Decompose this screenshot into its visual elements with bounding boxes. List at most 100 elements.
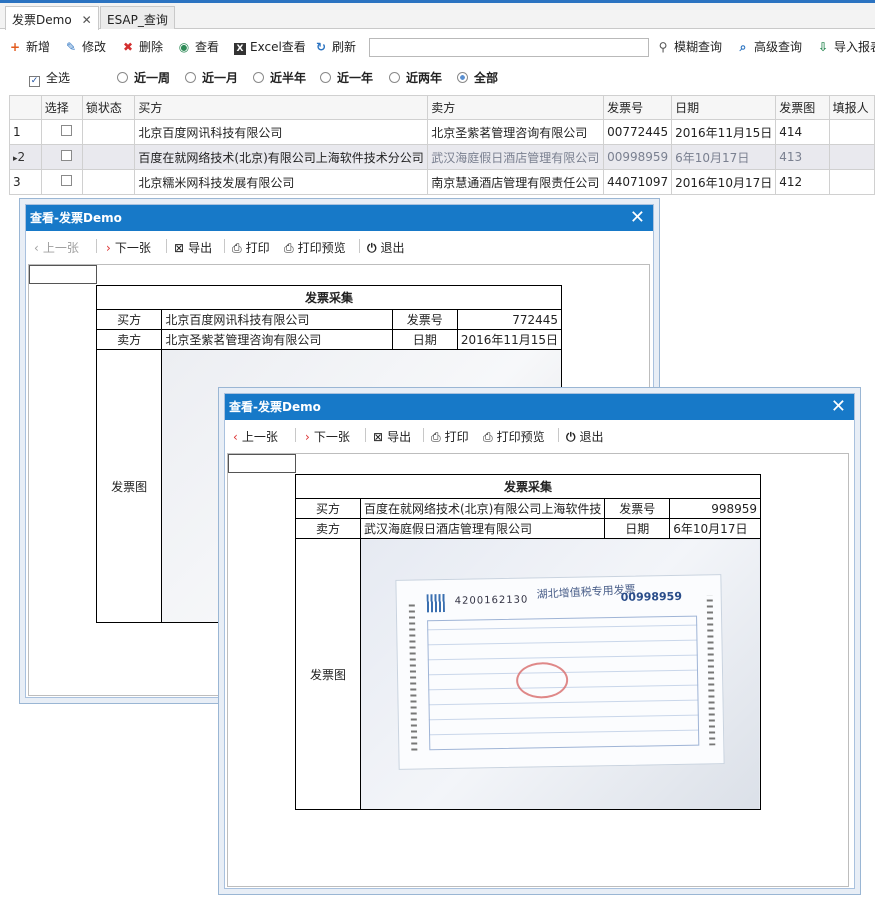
chevron-right-icon: › [106, 241, 111, 255]
seller-cell: 武汉海庭假日酒店管理有限公司 [427, 144, 605, 170]
edit-button[interactable]: ✎ 修改 [64, 37, 106, 57]
invoice-paper: 4200162130 湖北增值税专用发票 00998959 [395, 574, 725, 770]
buyer-cell: 北京百度网讯科技有限公司 [134, 119, 429, 145]
row-number-text: 2 [17, 150, 26, 164]
column-header[interactable]: 填报人 [828, 95, 875, 120]
window-title: 查看-发票Demo [30, 211, 122, 225]
tab-invoice-demo[interactable]: 发票Demo ✕ [5, 6, 99, 30]
report-title: 发票采集 [96, 285, 562, 310]
excel-view-button[interactable]: X Excel查看 [234, 37, 306, 57]
radio-year[interactable]: 近一年 [320, 69, 373, 87]
exit-button[interactable]: ⏻ 退出 [566, 428, 604, 445]
row-checkbox[interactable] [60, 150, 72, 161]
column-header[interactable]: 发票图 [775, 95, 830, 120]
exit-button[interactable]: ⏻ 退出 [367, 239, 405, 256]
print-preview-label: 打印预览 [496, 430, 545, 444]
fuzzy-query-button[interactable]: ⚲ 模糊查询 [656, 37, 722, 57]
radio-all[interactable]: 全部 [457, 69, 498, 87]
table-row[interactable]: 1 北京百度网讯科技有限公司 北京圣紫茗管理咨询有限公司 00772445 20… [9, 119, 875, 145]
prev-button[interactable]: ‹ 上一张 [233, 428, 278, 445]
invoice-image-cell: 413 [775, 144, 830, 170]
next-button[interactable]: › 下一张 [305, 428, 350, 445]
add-button[interactable]: + 新增 [8, 37, 50, 57]
perforation-right [706, 595, 716, 746]
window-body: 查看-发票Demo ✕ ‹ 上一张 › 下一张 ⊠ 导出 ⎙ 打印 ⎙ 打印预览 ⏻ 退出 发… [224, 393, 855, 889]
print-preview-label: 打印预览 [297, 241, 346, 255]
close-window-icon[interactable]: ✕ [630, 205, 645, 231]
invoice-no-value: 998959 [669, 498, 761, 519]
column-header[interactable]: 锁状态 [81, 95, 136, 120]
buyer-value: 百度在就网络技术(北京)有限公司上海软件技 [359, 498, 606, 519]
row-checkbox[interactable] [60, 175, 72, 186]
radio-half-year[interactable]: 近半年 [253, 69, 306, 87]
table-row-current[interactable]: ▸2 百度在就网络技术(北京)有限公司上海软件技术分公司 武汉海庭假日酒店管理有… [9, 144, 875, 170]
date-label: 日期 [391, 329, 458, 350]
row-select-cell[interactable] [40, 144, 83, 170]
buyer-label: 买方 [295, 498, 361, 519]
select-all-label: 全选 [46, 71, 71, 85]
radio-icon [117, 72, 128, 83]
window-title-bar[interactable]: 查看-发票Demo ✕ [225, 394, 854, 420]
invoice-scan-image: 4200162130 湖北增值税专用发票 00998959 [361, 540, 759, 809]
row-number: 1 [9, 119, 42, 145]
column-header[interactable]: 买方 [134, 95, 429, 120]
add-label: 新增 [26, 40, 51, 54]
radio-selected-icon [457, 72, 468, 83]
seller-value: 武汉海庭假日酒店管理有限公司 [359, 518, 606, 539]
toolbar-separator [359, 239, 360, 253]
table-row[interactable]: 3 北京糯米网科技发展有限公司 南京慧通酒店管理有限责任公司 44071097 … [9, 169, 875, 195]
radio-two-years[interactable]: 近两年 [389, 69, 442, 87]
close-tab-icon[interactable]: ✕ [82, 13, 92, 27]
lock-status-cell [81, 144, 136, 170]
row-number: ▸2 [9, 144, 42, 170]
view-button[interactable]: ◉ 查看 [177, 37, 219, 57]
perforation-left [408, 600, 418, 751]
select-all-checkbox[interactable]: ✓ 全选 [29, 69, 70, 87]
print-button[interactable]: ⎙ 打印 [232, 239, 270, 256]
tab-esap-query[interactable]: ESAP_查询 [100, 6, 175, 29]
delete-button[interactable]: ✖ 删除 [121, 37, 163, 57]
search-input[interactable] [369, 38, 649, 57]
import-report-button[interactable]: ⇩ 导入报表 [816, 37, 875, 57]
export-button[interactable]: ⊠ 导出 [174, 239, 212, 256]
chevron-left-icon: ‹ [34, 241, 39, 255]
radio-icon [185, 72, 196, 83]
invoice-image-label: 发票图 [95, 349, 163, 623]
toolbar-separator [96, 239, 97, 253]
radio-week-label: 近一周 [134, 71, 171, 85]
window-title-bar[interactable]: 查看-发票Demo ✕ [26, 205, 653, 231]
delete-label: 删除 [139, 40, 164, 54]
radio-two-years-label: 近两年 [406, 71, 443, 85]
close-window-icon[interactable]: ✕ [831, 394, 846, 420]
date-value: 6年10月17日 [669, 518, 761, 539]
row-select-cell[interactable] [40, 169, 83, 195]
row-number-header [9, 95, 42, 120]
export-button[interactable]: ⊠ 导出 [373, 428, 411, 445]
lock-status-cell [81, 169, 136, 195]
print-preview-button[interactable]: ⎙ 打印预览 [483, 428, 545, 445]
row-select-cell[interactable] [40, 119, 83, 145]
lock-status-cell [81, 119, 136, 145]
row-checkbox[interactable] [60, 125, 72, 136]
advanced-query-button[interactable]: ⌕ 高级查询 [736, 37, 802, 57]
next-button[interactable]: › 下一张 [106, 239, 151, 256]
radio-icon [253, 72, 264, 83]
report-area: 发票采集 买方 百度在就网络技术(北京)有限公司上海软件技 发票号 998959 卖方… [227, 453, 849, 887]
column-header[interactable]: 日期 [671, 95, 777, 120]
print-label: 打印 [245, 241, 270, 255]
plus-icon: + [9, 40, 21, 54]
print-preview-button[interactable]: ⎙ 打印预览 [284, 239, 346, 256]
refresh-button[interactable]: ↻ 刷新 [314, 37, 356, 57]
print-label: 打印 [444, 430, 469, 444]
invoice-report-table: 发票采集 买方 百度在就网络技术(北京)有限公司上海软件技 发票号 998959 卖方… [295, 474, 762, 810]
print-button[interactable]: ⎙ 打印 [431, 428, 469, 445]
fuzzy-label: 模糊查询 [674, 40, 723, 54]
radio-week[interactable]: 近一周 [117, 69, 170, 87]
seller-cell: 南京慧通酒店管理有限责任公司 [427, 169, 605, 195]
prev-button[interactable]: ‹ 上一张 [34, 239, 79, 256]
radio-month[interactable]: 近一月 [185, 69, 238, 87]
column-header[interactable]: 发票号 [603, 95, 673, 120]
print-preview-icon: ⎙ [284, 241, 294, 255]
column-header[interactable]: 选择 [40, 95, 83, 120]
column-header[interactable]: 卖方 [427, 95, 605, 120]
